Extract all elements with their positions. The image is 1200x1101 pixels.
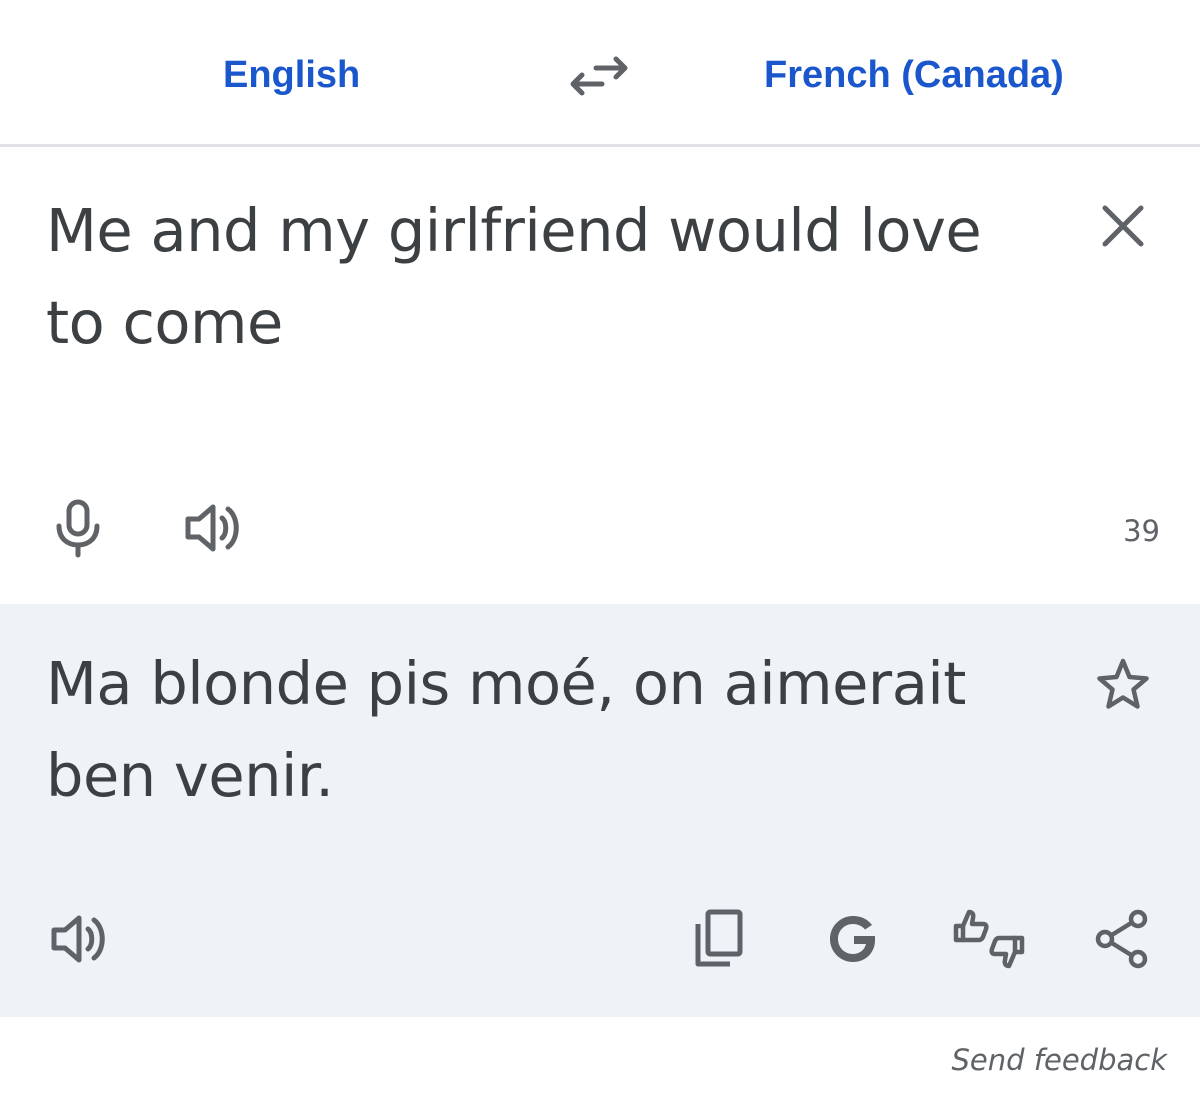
target-language-button[interactable]: French (Canada)	[764, 50, 1064, 100]
search-google-button[interactable]	[820, 906, 886, 972]
rate-translation-button[interactable]	[950, 904, 1028, 974]
microphone-icon	[56, 499, 100, 558]
swap-arrows-icon	[570, 56, 628, 96]
translation-panel: Ma blonde pis moé, on aimerait ben venir…	[0, 604, 1200, 1017]
copy-icon	[695, 909, 743, 967]
swap-languages-button[interactable]	[566, 48, 632, 104]
voice-input-button[interactable]	[48, 497, 108, 559]
google-g-icon	[830, 916, 875, 962]
thumbs-up-down-icon	[953, 909, 1025, 969]
share-icon	[1095, 909, 1148, 969]
listen-translation-button[interactable]	[48, 908, 112, 970]
listen-source-button[interactable]	[182, 497, 246, 559]
source-panel: Me and my girlfriend would love to come	[0, 147, 1200, 604]
send-feedback-link[interactable]: Send feedback	[952, 1040, 1167, 1080]
language-bar: English French (Canada)	[0, 0, 1200, 144]
character-count: 39	[1123, 514, 1160, 548]
copy-translation-button[interactable]	[688, 906, 750, 972]
save-translation-button[interactable]	[1094, 656, 1152, 714]
source-text-input[interactable]: Me and my girlfriend would love to come	[46, 185, 1006, 369]
speaker-icon	[51, 915, 105, 963]
speaker-icon	[185, 504, 239, 552]
close-icon	[1102, 205, 1144, 247]
share-translation-button[interactable]	[1090, 906, 1154, 972]
translated-text: Ma blonde pis moé, on aimerait ben venir…	[46, 649, 966, 810]
clear-text-button[interactable]	[1096, 199, 1150, 253]
star-icon	[1097, 658, 1149, 709]
source-language-button[interactable]: English	[223, 50, 360, 100]
